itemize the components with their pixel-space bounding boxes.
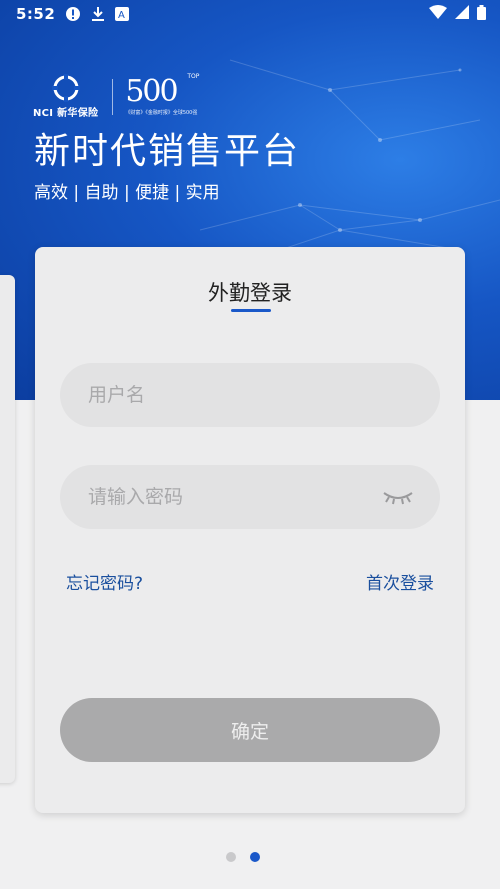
login-tab-title: 外勤登录 — [208, 281, 292, 305]
svg-text:A: A — [118, 10, 125, 21]
confirm-button[interactable]: 确定 — [60, 698, 440, 762]
nci-logo: NCI 新华保险 — [33, 74, 98, 119]
wifi-icon — [429, 5, 447, 23]
username-input[interactable] — [60, 383, 390, 407]
top500-badge: 500 TOP 《财富》《金融时报》全球500强 — [125, 73, 199, 116]
download-icon — [91, 6, 105, 22]
password-input[interactable] — [60, 485, 390, 509]
brand-logo: NCI 新华保险 500 TOP 《财富》《金融时报》全球500强 — [33, 73, 199, 119]
nci-emblem-icon — [51, 74, 80, 102]
nci-logo-text: NCI 新华保险 — [33, 108, 99, 119]
page-dot-1[interactable] — [226, 852, 236, 862]
forgot-password-link[interactable]: 忘记密码? — [66, 569, 143, 594]
alert-icon — [65, 6, 81, 22]
top500-number: 500 — [125, 74, 178, 109]
status-bar: 5:52 A — [0, 0, 500, 28]
logo-divider — [112, 78, 114, 115]
first-login-link[interactable]: 首次登录 — [366, 569, 434, 594]
battery-icon — [477, 4, 486, 24]
page-subtitle: 高效 | 自助 | 便捷 | 实用 — [34, 183, 220, 203]
username-field[interactable] — [60, 363, 440, 427]
page-title: 新时代销售平台 — [34, 131, 301, 172]
page-dot-2-active[interactable] — [250, 852, 260, 862]
login-card: 外勤登录 忘记密码? 首次登录 确定 — [35, 247, 465, 813]
tab-indicator — [231, 309, 271, 312]
top500-top-label: TOP — [187, 73, 200, 80]
signal-icon — [455, 5, 469, 23]
previous-card-peek[interactable] — [0, 275, 15, 783]
status-time: 5:52 — [16, 5, 56, 23]
password-field[interactable] — [60, 465, 440, 529]
app-notification-icon: A — [115, 7, 130, 21]
top500-caption: 《财富》《金融时报》全球500强 — [125, 110, 198, 116]
eye-closed-icon[interactable] — [382, 487, 414, 511]
page-indicator — [226, 852, 260, 862]
